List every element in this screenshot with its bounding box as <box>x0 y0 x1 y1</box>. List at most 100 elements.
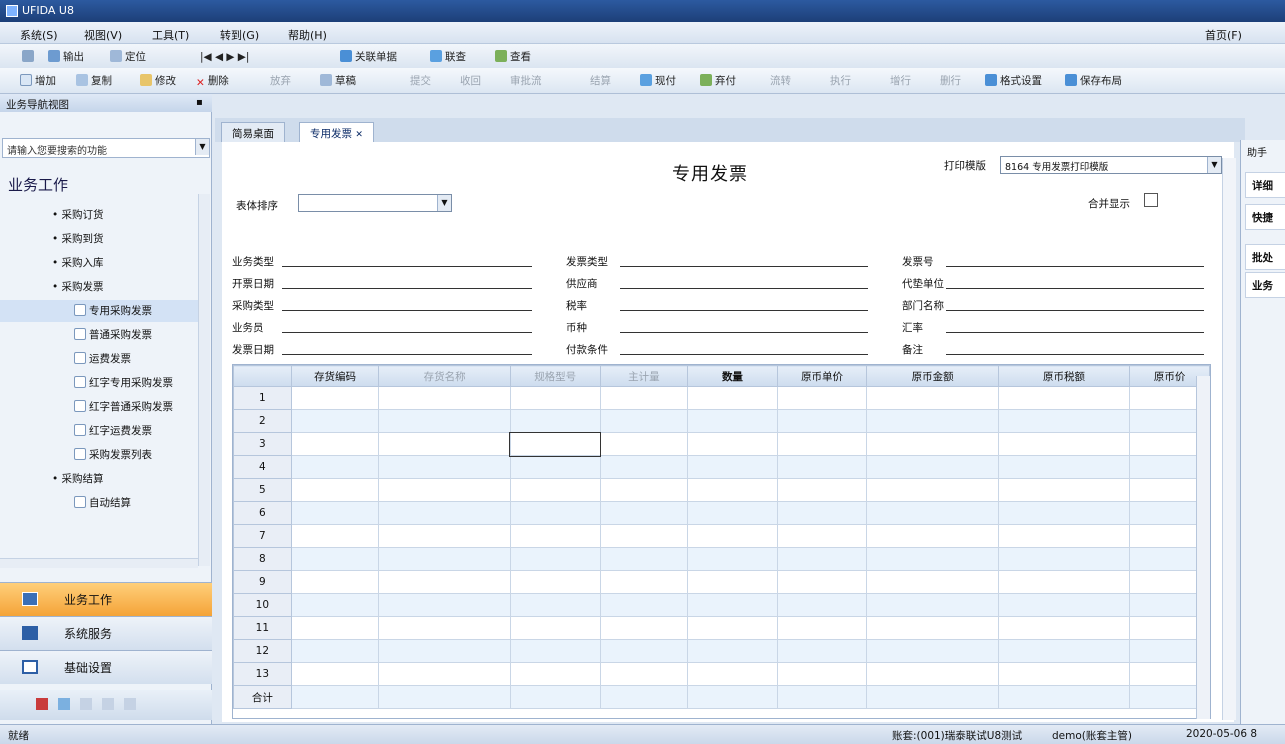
table-cell[interactable] <box>290 593 380 617</box>
view-button[interactable]: 查看 <box>495 49 531 65</box>
table-cell[interactable] <box>378 432 511 456</box>
field-input[interactable] <box>282 310 532 311</box>
discard-button[interactable]: 放弃 <box>270 73 291 89</box>
table-cell[interactable] <box>866 547 999 571</box>
table-cell[interactable] <box>599 386 689 410</box>
menu-view[interactable]: 视图(V) <box>84 27 122 43</box>
table-cell[interactable] <box>599 478 689 502</box>
submit-button[interactable]: 提交 <box>410 73 431 89</box>
table-cell[interactable] <box>866 662 999 686</box>
table-cell[interactable] <box>997 478 1131 502</box>
table-row[interactable]: 9 <box>233 570 1210 594</box>
settle-button[interactable]: 结算 <box>590 73 611 89</box>
table-cell[interactable] <box>687 593 778 617</box>
tree-item-purchase-invoice[interactable]: • 采购发票 <box>0 276 200 298</box>
tree-item-purchase-arrival[interactable]: • 采购到货 <box>0 228 200 250</box>
table-cell[interactable] <box>290 432 380 456</box>
table-cell[interactable] <box>866 616 999 640</box>
table-cell[interactable] <box>509 478 601 502</box>
table-cell[interactable] <box>997 409 1131 433</box>
table-row[interactable]: 8 <box>233 547 1210 571</box>
execute-button[interactable]: 执行 <box>830 73 851 89</box>
table-cell[interactable] <box>290 662 380 686</box>
table-cell[interactable] <box>290 478 380 502</box>
tab-simple-desktop[interactable]: 简易桌面 <box>221 122 285 142</box>
print-template-select[interactable]: 8164 专用发票打印模版 ▼ <box>1000 156 1222 174</box>
column-header[interactable]: 原币金额 <box>866 365 999 387</box>
table-cell[interactable] <box>599 432 689 456</box>
nav-basic-settings[interactable]: 基础设置 <box>0 650 212 684</box>
nav-system-service[interactable]: 系统服务 <box>0 616 212 650</box>
table-cell[interactable] <box>687 547 778 571</box>
table-cell[interactable] <box>776 501 868 525</box>
chevron-down-icon[interactable]: ▼ <box>437 195 451 211</box>
column-header[interactable]: 存货编码 <box>290 365 380 387</box>
add-button[interactable]: 增加 <box>20 73 56 89</box>
cash-pay-button[interactable]: 现付 <box>640 73 676 89</box>
tree-item-special-invoice[interactable]: 专用采购发票 <box>0 300 200 322</box>
nav-arrows-icon[interactable]: |◀ ◀ ▶ ▶| <box>200 49 249 65</box>
field-input[interactable] <box>620 266 868 267</box>
column-header[interactable]: 原币税额 <box>997 365 1131 387</box>
table-cell[interactable] <box>378 501 511 525</box>
table-cell[interactable] <box>509 662 601 686</box>
menu-tools[interactable]: 工具(T) <box>152 27 189 43</box>
table-cell[interactable] <box>776 593 868 617</box>
edit-button[interactable]: 修改 <box>140 73 176 89</box>
column-header[interactable]: 数量 <box>687 365 778 387</box>
table-row[interactable]: 10 <box>233 593 1210 617</box>
grid-vertical-scrollbar[interactable] <box>1196 376 1210 719</box>
table-cell[interactable] <box>776 432 868 456</box>
mini-red-icon[interactable] <box>36 698 48 710</box>
table-cell[interactable] <box>509 524 601 548</box>
assistant-item[interactable]: 详细 <box>1245 172 1285 198</box>
field-input[interactable] <box>946 288 1204 289</box>
table-cell[interactable] <box>997 616 1131 640</box>
table-cell[interactable] <box>866 501 999 525</box>
sidebar-horizontal-scrollbar[interactable] <box>0 558 198 568</box>
table-cell[interactable] <box>290 386 380 410</box>
field-input[interactable] <box>620 288 868 289</box>
table-cell[interactable] <box>687 478 778 502</box>
search-dropdown-icon[interactable]: ▼ <box>195 139 209 155</box>
table-cell[interactable] <box>997 639 1131 663</box>
menu-system[interactable]: 系统(S) <box>20 27 58 43</box>
column-header[interactable]: 规格型号 <box>509 365 601 387</box>
table-row[interactable]: 3 <box>233 431 1210 457</box>
table-row[interactable]: 13 <box>233 662 1210 686</box>
table-cell[interactable] <box>599 616 689 640</box>
table-cell[interactable] <box>997 593 1131 617</box>
table-cell[interactable] <box>378 547 511 571</box>
table-cell[interactable] <box>776 547 868 571</box>
table-cell[interactable] <box>776 409 868 433</box>
table-cell[interactable] <box>687 386 778 410</box>
link-query-button[interactable]: 联查 <box>430 49 466 65</box>
table-cell[interactable] <box>687 409 778 433</box>
table-cell[interactable] <box>378 524 511 548</box>
table-cell[interactable] <box>866 639 999 663</box>
tab-special-invoice[interactable]: 专用发票 ✕ <box>299 122 374 142</box>
table-cell[interactable] <box>290 547 380 571</box>
table-cell[interactable] <box>997 524 1131 548</box>
table-cell[interactable] <box>509 570 601 594</box>
table-cell[interactable] <box>776 478 868 502</box>
table-cell[interactable] <box>378 570 511 594</box>
table-row[interactable]: 4 <box>233 455 1210 479</box>
sort-select[interactable]: ▼ <box>298 194 452 212</box>
copy-button[interactable]: 复制 <box>76 73 112 89</box>
table-cell[interactable] <box>599 570 689 594</box>
table-cell[interactable] <box>509 409 601 433</box>
table-cell[interactable] <box>997 386 1131 410</box>
menu-help[interactable]: 帮助(H) <box>288 27 327 43</box>
tree-item-red-special-invoice[interactable]: 红字专用采购发票 <box>0 372 200 394</box>
table-cell[interactable] <box>866 524 999 548</box>
table-cell[interactable] <box>599 455 689 479</box>
table-cell[interactable] <box>378 593 511 617</box>
delete-button[interactable]: ✕ 删除 <box>196 73 229 89</box>
table-cell[interactable] <box>776 616 868 640</box>
table-cell[interactable] <box>509 593 601 617</box>
table-cell[interactable] <box>866 386 999 410</box>
field-input[interactable] <box>620 354 868 355</box>
save-layout-button[interactable]: 保存布局 <box>1065 73 1122 89</box>
transfer-button[interactable]: 流转 <box>770 73 791 89</box>
